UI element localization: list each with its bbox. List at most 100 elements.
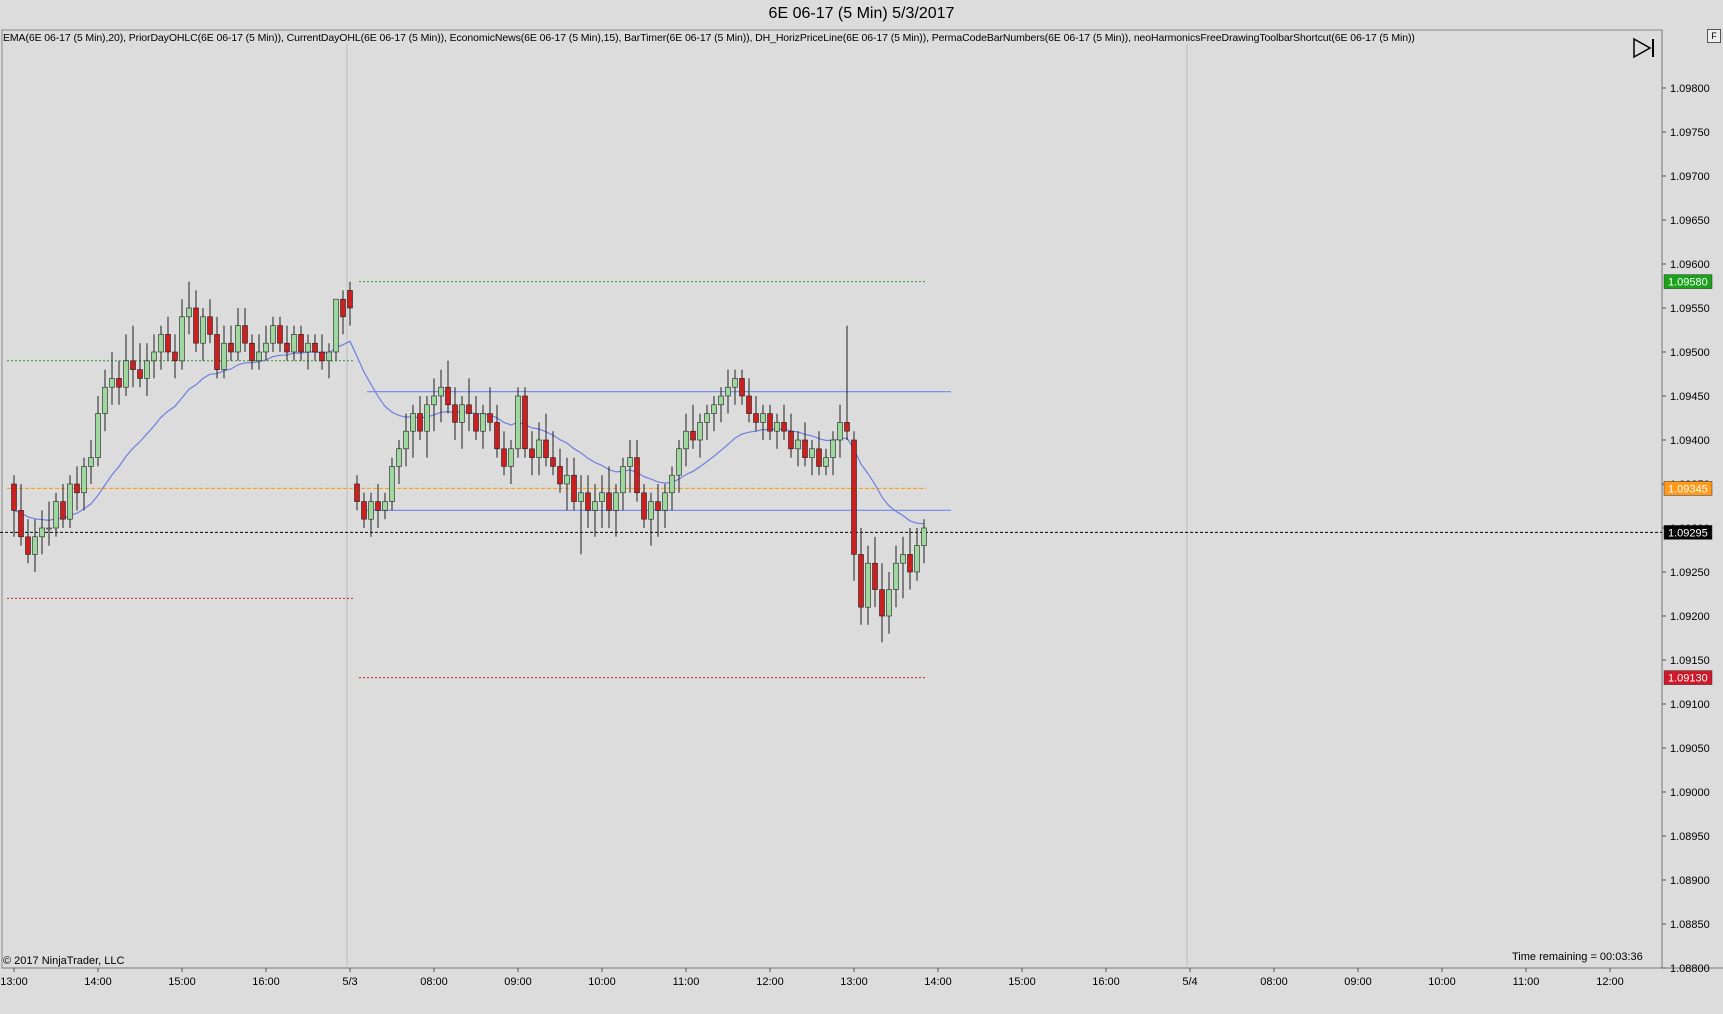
candle-up <box>151 351 157 362</box>
copyright-label: © 2017 NinjaTrader, LLC <box>3 955 125 967</box>
candle-down <box>249 342 255 362</box>
candle-down <box>11 483 17 511</box>
candle-down <box>781 422 787 432</box>
candle-up <box>900 554 906 564</box>
candle-up <box>186 307 192 318</box>
candle-up <box>704 413 710 423</box>
candle-up <box>578 492 584 502</box>
candle-up <box>830 439 836 458</box>
f-button[interactable]: F <box>1707 29 1721 43</box>
price-tick-label: 1.08800 <box>1670 963 1710 975</box>
candle-down <box>18 510 24 538</box>
candle-down <box>872 562 878 590</box>
price-tick-label: 1.09600 <box>1670 259 1710 271</box>
candle-up <box>53 501 59 529</box>
candle-down <box>788 430 794 450</box>
candle-up <box>256 351 262 362</box>
candle-down <box>529 448 535 458</box>
time-tick-label: 15:00 <box>1008 976 1036 988</box>
candle-down <box>417 413 423 432</box>
candle-up <box>368 501 374 520</box>
time-axis: 13:00 14:00 15:00 16:00 5/3 08:00 09:00 10:00 11… <box>0 968 1624 988</box>
candle-up <box>536 439 542 458</box>
price-tick-label: 1.09250 <box>1670 567 1710 579</box>
candle-down <box>641 492 647 520</box>
candle-up <box>564 474 570 485</box>
candle-up <box>235 325 241 353</box>
time-tick-label: 11:00 <box>1513 976 1540 988</box>
candle-up <box>914 545 920 573</box>
time-tick-label: 5/4 <box>1182 976 1197 988</box>
candle-up <box>865 562 871 608</box>
time-tick-label: 11:00 <box>673 976 700 988</box>
candle-down <box>907 554 913 573</box>
candle-up <box>431 395 437 406</box>
price-tick-label: 1.09800 <box>1670 83 1710 95</box>
candle-down <box>312 342 318 353</box>
candle-down <box>816 448 822 467</box>
candle-down <box>858 554 864 608</box>
candle-up <box>627 457 633 467</box>
indicator-list: EMA(6E 06-17 (5 Min),20), PriorDayOHLC(6… <box>3 32 1415 44</box>
time-tick-label: 13:00 <box>840 976 868 988</box>
price-tick-label: 1.08950 <box>1670 831 1710 843</box>
candle-down <box>634 457 640 494</box>
candle-down <box>207 316 213 335</box>
candle-down <box>879 589 885 617</box>
bar-timer-label: Time remaining = 00:03:36 <box>1512 951 1643 963</box>
price-tick-label: 1.09700 <box>1670 171 1710 183</box>
candle-down <box>116 378 122 388</box>
candle-down <box>739 378 745 397</box>
candle-down <box>347 290 353 309</box>
price-tick-label: 1.09000 <box>1670 787 1710 799</box>
time-tick-label: 08:00 <box>420 976 448 988</box>
candle-up <box>886 589 892 617</box>
candle-down <box>494 422 500 450</box>
time-tick-label: 5/3 <box>342 976 357 988</box>
candle-down <box>74 483 80 494</box>
price-tick-label: 1.09550 <box>1670 303 1710 315</box>
candle-down <box>375 501 381 511</box>
candle-up <box>291 334 297 353</box>
price-chart[interactable]: 1.09800 1.09750 1.09700 1.09650 1.09600 1.095… <box>0 0 1723 1014</box>
price-tick-label: 1.09400 <box>1670 435 1710 447</box>
candle-up <box>95 413 101 458</box>
candle-up <box>221 342 227 370</box>
candle-down <box>130 360 136 370</box>
price-tick-label: 1.09150 <box>1670 655 1710 667</box>
candle-up <box>732 378 738 388</box>
play-to-end-icon[interactable] <box>1631 36 1657 60</box>
candle-down <box>445 386 451 406</box>
candle-up <box>123 360 129 388</box>
candle-up <box>676 448 682 476</box>
candle-down <box>137 369 143 379</box>
candle-up <box>718 395 724 406</box>
candle-down <box>25 536 31 555</box>
candle-down <box>746 395 752 414</box>
candle-down <box>844 422 850 432</box>
candle-down <box>193 307 199 344</box>
candle-up <box>81 466 87 494</box>
candle-up <box>662 492 668 511</box>
window-title: 6E 06-17 (5 Min) 5/3/2017 <box>0 0 1723 28</box>
candle-down <box>172 351 178 362</box>
candle-up <box>711 404 717 414</box>
time-tick-label: 14:00 <box>924 976 952 988</box>
candle-up <box>32 536 38 555</box>
candle-up <box>305 342 311 353</box>
price-tick-label: 1.09100 <box>1670 699 1710 711</box>
candle-up <box>424 404 430 432</box>
candle-up <box>725 386 731 397</box>
candle-down <box>585 492 591 511</box>
candle-down <box>655 501 661 511</box>
price-tick-label: 1.09750 <box>1670 127 1710 139</box>
candle-up <box>592 501 598 511</box>
candle-up <box>921 527 927 546</box>
candle-up <box>102 386 108 414</box>
price-tick-label: 1.09200 <box>1670 611 1710 623</box>
candle-down <box>753 413 759 423</box>
candle-up <box>760 413 766 423</box>
candle-down <box>284 342 290 353</box>
price-badge-label: 1.09580 <box>1668 277 1708 289</box>
candle-up <box>809 448 815 458</box>
